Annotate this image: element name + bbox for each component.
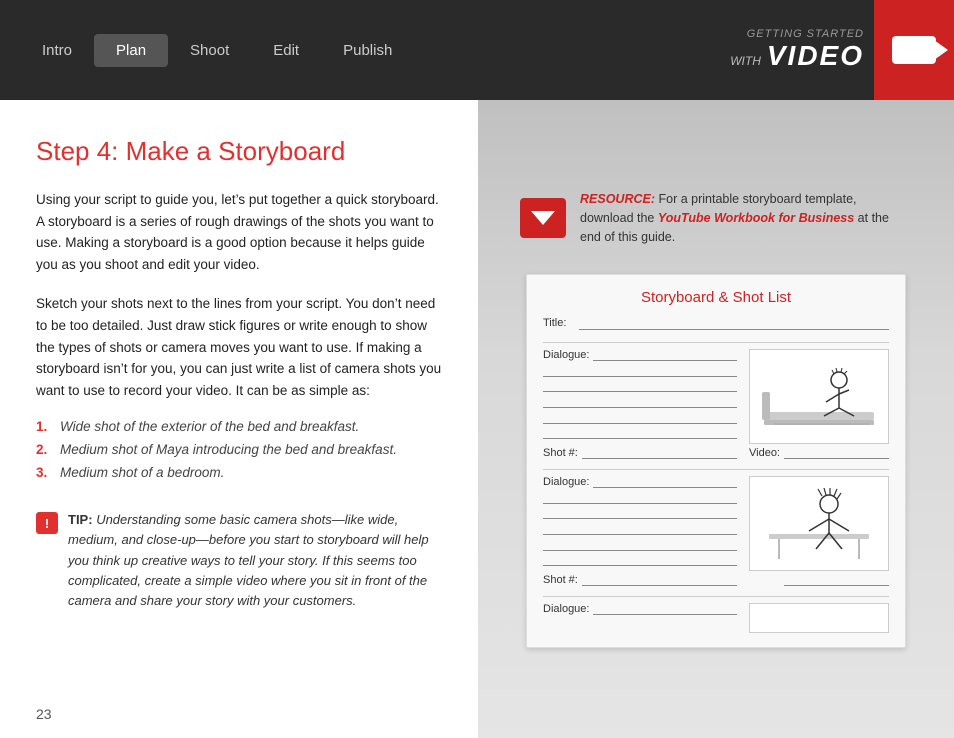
logo-with: WITH (730, 54, 761, 68)
shot-left-1: Dialogue: Shot #: (543, 349, 737, 459)
nav-item-publish[interactable]: Publish (321, 34, 414, 67)
dline-2a (593, 476, 737, 488)
shot-left-2: Dialogue: Shot #: (543, 476, 737, 586)
dline-1c (543, 381, 737, 393)
tip-box: ! TIP: Understanding some basic camera s… (36, 510, 442, 611)
dline-2f (543, 555, 737, 567)
download-icon (531, 211, 555, 225)
logo-text: GETTING STARTED WITH VIDEO (730, 28, 874, 72)
dline-1d (543, 396, 737, 408)
content-area: Step 4: Make a Storyboard Using your scr… (0, 100, 954, 738)
step-title: Step 4: Make a Storyboard (36, 136, 442, 167)
video-dline-2 (784, 574, 889, 586)
tip-body-text: Understanding some basic camera shots—li… (68, 512, 429, 608)
video-label-row-1: Video: (749, 447, 889, 459)
dline-2b (543, 492, 737, 504)
title-row: Title: (543, 316, 889, 330)
dline-2d (543, 523, 737, 535)
shot-num-row-1: Shot #: (543, 447, 737, 459)
list-item: 2. Medium shot of Maya introducing the b… (36, 442, 442, 457)
nav-logo: GETTING STARTED WITH VIDEO (730, 0, 954, 100)
shot-dline-2 (582, 574, 737, 586)
divider-3 (543, 596, 889, 597)
shot-right-2: Video: (749, 476, 889, 586)
video-label-row-2: Video: (749, 574, 889, 586)
stick-figure-svg-1 (754, 352, 884, 442)
logo-getting-started: GETTING STARTED (730, 28, 864, 40)
resource-text: RESOURCE: For a printable storyboard tem… (580, 190, 912, 246)
dialogue-label-row-3: Dialogue: (543, 603, 737, 615)
resource-box: RESOURCE: For a printable storyboard tem… (506, 180, 926, 256)
nav-item-shoot[interactable]: Shoot (168, 34, 251, 67)
nav-item-intro[interactable]: Intro (20, 34, 94, 67)
sketch-text: Sketch your shots next to the lines from… (36, 293, 442, 401)
tip-text: TIP: Understanding some basic camera sho… (68, 510, 442, 611)
video-dline-1 (784, 447, 889, 459)
logo-red-box (874, 0, 954, 100)
shot-text-2: Medium shot of Maya introducing the bed … (60, 442, 397, 457)
logo-video: VIDEO (767, 40, 864, 72)
list-item: 3. Medium shot of a bedroom. (36, 465, 442, 480)
divider (543, 342, 889, 343)
dline-1b (543, 365, 737, 377)
shot-num-3: 3. (36, 465, 54, 480)
shot-left-3: Dialogue: (543, 603, 737, 633)
dline-1a (593, 349, 737, 361)
dline-3a (593, 603, 737, 615)
shot-num-2: 2. (36, 442, 54, 457)
title-field-line (579, 316, 889, 330)
shot-num-1: 1. (36, 419, 54, 434)
intro-text: Using your script to guide you, let’s pu… (36, 189, 442, 275)
shot-list: 1. Wide shot of the exterior of the bed … (36, 419, 442, 480)
left-panel: Step 4: Make a Storyboard Using your scr… (0, 100, 478, 738)
dline-2e (543, 539, 737, 551)
list-item: 1. Wide shot of the exterior of the bed … (36, 419, 442, 434)
shot-right-3 (749, 603, 889, 633)
nav-items: Intro Plan Shoot Edit Publish (20, 34, 414, 67)
shot-text-3: Medium shot of a bedroom. (60, 465, 224, 480)
resource-label: RESOURCE: (580, 192, 655, 206)
dline-1e (543, 412, 737, 424)
card-title: Storyboard & Shot List (543, 289, 889, 306)
camera-icon (892, 36, 936, 64)
dialogue-label-1: Dialogue: (543, 349, 589, 361)
storyboard-card: Storyboard & Shot List Title: Dialogue: (526, 274, 906, 648)
dline-1f (543, 428, 737, 440)
dialogue-label-row-1: Dialogue: (543, 349, 737, 361)
resource-icon (520, 198, 566, 238)
shot-image-2 (749, 476, 889, 571)
shot-right-1: Video: (749, 349, 889, 459)
shot-num-label-2: Shot #: (543, 574, 578, 586)
shot-row-2: Dialogue: Shot #: (543, 476, 889, 586)
tip-icon: ! (36, 512, 58, 534)
video-label-1: Video: (749, 447, 780, 459)
divider-2 (543, 469, 889, 470)
tip-label: TIP: (68, 512, 93, 527)
shot-text-1: Wide shot of the exterior of the bed and… (60, 419, 359, 434)
dialogue-label-2: Dialogue: (543, 476, 589, 488)
title-label: Title: (543, 317, 573, 329)
page-number: 23 (36, 706, 52, 722)
nav-item-plan[interactable]: Plan (94, 34, 168, 67)
right-panel: RESOURCE: For a printable storyboard tem… (478, 100, 954, 738)
nav-item-edit[interactable]: Edit (251, 34, 321, 67)
shot-num-label-1: Shot #: (543, 447, 578, 459)
dialogue-label-row-2: Dialogue: (543, 476, 737, 488)
nav-bar: Intro Plan Shoot Edit Publish GETTING ST… (0, 0, 954, 100)
shot-row-1: Dialogue: Shot #: (543, 349, 889, 459)
dline-2c (543, 508, 737, 520)
stick-figure-svg-2 (754, 479, 884, 569)
shot-image-1 (749, 349, 889, 444)
shot-dline-1 (582, 447, 737, 459)
shot-num-row-2: Shot #: (543, 574, 737, 586)
resource-link[interactable]: YouTube Workbook for Business (658, 211, 854, 225)
shot-image-3 (749, 603, 889, 633)
dialogue-label-3: Dialogue: (543, 603, 589, 615)
shot-row-3: Dialogue: (543, 603, 889, 633)
